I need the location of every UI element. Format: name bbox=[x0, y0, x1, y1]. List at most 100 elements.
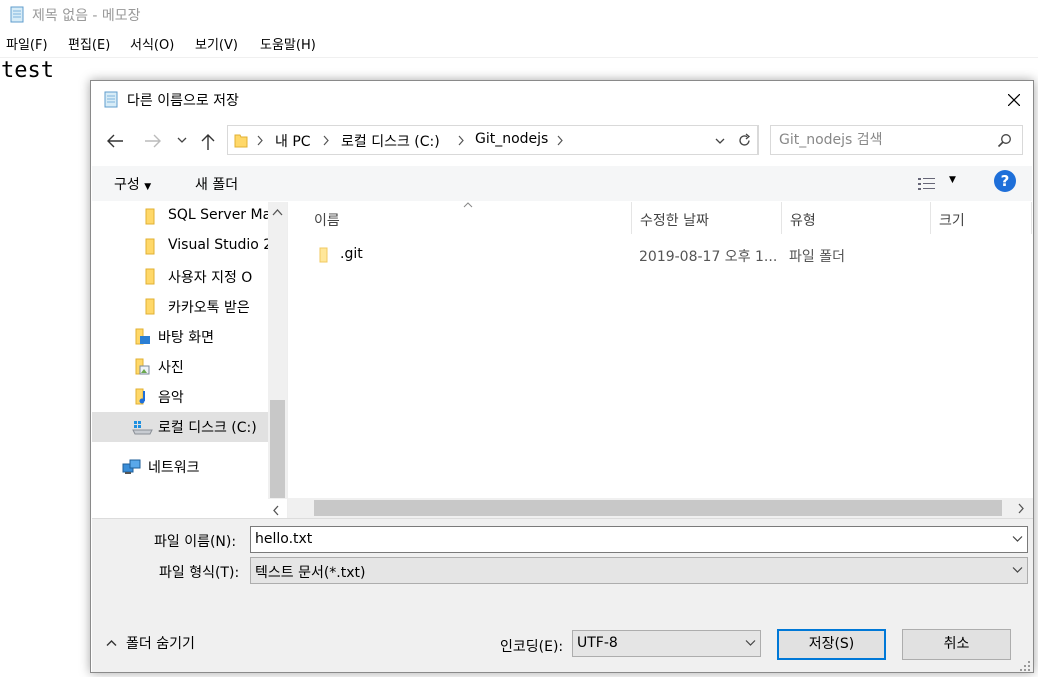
tree-item-label: 사진 bbox=[158, 360, 184, 376]
file-row[interactable]: .git 2019-08-17 오후 1... 파일 폴더 bbox=[288, 241, 1008, 269]
tree-item-desktop[interactable]: 바탕 화면 bbox=[92, 322, 272, 352]
tree-item-label: SQL Server Ma bbox=[168, 207, 272, 223]
breadcrumb-local-disk[interactable]: 로컬 디스크 (C:) bbox=[341, 131, 440, 151]
folder-icon bbox=[145, 268, 155, 285]
column-header-type[interactable]: 유형 bbox=[790, 210, 816, 230]
organize-button[interactable]: 구성 ▼ bbox=[114, 174, 151, 194]
notepad-icon bbox=[104, 91, 118, 108]
search-icon bbox=[997, 134, 1011, 148]
arrow-up-icon bbox=[201, 134, 215, 150]
chevron-down-icon[interactable] bbox=[714, 135, 726, 147]
notepad-title: 제목 없음 - 메모장 bbox=[32, 8, 141, 24]
new-folder-button[interactable]: 새 폴더 bbox=[195, 174, 238, 194]
filename-field[interactable]: hello.txt bbox=[250, 526, 1028, 553]
tree-item[interactable]: Visual Studio 2 bbox=[92, 232, 272, 262]
pictures-icon bbox=[135, 358, 150, 375]
help-icon[interactable]: ? bbox=[994, 170, 1016, 192]
tree-item-label: 카카오톡 받은 bbox=[168, 300, 250, 316]
chevron-down-icon bbox=[745, 640, 756, 646]
tree-item-label: Visual Studio 2 bbox=[168, 237, 272, 253]
refresh-button[interactable] bbox=[731, 125, 759, 155]
scroll-left-icon[interactable] bbox=[272, 505, 280, 516]
arrow-right-icon bbox=[145, 134, 161, 148]
tree-item[interactable]: 카카오톡 받은 bbox=[92, 292, 272, 322]
command-toolbar: 구성 ▼ 새 폴더 ▼ bbox=[92, 165, 1032, 201]
chevron-up-icon bbox=[106, 640, 117, 646]
chevron-down-icon bbox=[1012, 567, 1023, 573]
menu-format[interactable]: 서식(O) bbox=[130, 34, 174, 53]
cancel-button[interactable]: 취소 bbox=[902, 629, 1011, 660]
filename-value: hello.txt bbox=[255, 531, 313, 547]
tree-item-label: 로컬 디스크 (C:) bbox=[158, 420, 257, 436]
file-modified: 2019-08-17 오후 1... bbox=[639, 249, 778, 265]
tree-item-label: 네트워크 bbox=[148, 460, 200, 476]
folder-icon bbox=[234, 134, 248, 148]
tree-item-label: 음악 bbox=[158, 390, 184, 406]
refresh-icon bbox=[739, 133, 751, 146]
menu-view[interactable]: 보기(V) bbox=[195, 34, 238, 53]
tree-item-label: 사용자 지정 O bbox=[168, 270, 253, 286]
close-icon bbox=[1008, 94, 1020, 106]
column-header-modified[interactable]: 수정한 날짜 bbox=[640, 210, 709, 230]
forward-button[interactable] bbox=[141, 130, 165, 152]
search-input[interactable] bbox=[779, 131, 979, 149]
tree-item-label: 바탕 화면 bbox=[158, 330, 214, 346]
encoding-value: UTF-8 bbox=[577, 635, 618, 651]
address-bar[interactable]: 내 PC 로컬 디스크 (C:) Git_nodejs bbox=[227, 125, 758, 155]
notepad-icon bbox=[10, 6, 24, 23]
column-header-size[interactable]: 크기 bbox=[939, 210, 965, 230]
column-divider[interactable] bbox=[631, 202, 632, 234]
scroll-up-icon[interactable] bbox=[272, 208, 283, 216]
encoding-select[interactable]: UTF-8 bbox=[572, 630, 761, 657]
recent-locations-button[interactable] bbox=[173, 130, 189, 152]
column-divider[interactable] bbox=[1031, 202, 1032, 234]
chevron-down-icon[interactable] bbox=[1012, 535, 1023, 543]
up-button[interactable] bbox=[197, 130, 221, 152]
chevron-right-icon bbox=[458, 135, 464, 146]
notepad-title-bar: 제목 없음 - 메모장 bbox=[0, 0, 1038, 30]
close-button[interactable] bbox=[996, 85, 1032, 115]
view-details-icon[interactable] bbox=[918, 177, 936, 191]
encoding-label: 인코딩(E): bbox=[500, 639, 564, 655]
filetype-select[interactable]: 텍스트 문서(*.txt) bbox=[250, 557, 1028, 584]
scrollbar-thumb[interactable] bbox=[314, 500, 1002, 516]
menu-edit[interactable]: 편집(E) bbox=[68, 34, 110, 53]
network-icon bbox=[122, 459, 141, 474]
caret-down-icon: ▼ bbox=[144, 182, 152, 192]
tree-item-local-disk[interactable]: 로컬 디스크 (C:) bbox=[92, 412, 268, 442]
filename-label: 파일 이름(N): bbox=[154, 534, 237, 550]
chevron-right-icon bbox=[257, 135, 263, 146]
save-options-panel: 파일 이름(N): hello.txt 파일 형식(T): 텍스트 문서(*.t… bbox=[92, 518, 1033, 672]
notepad-text-area[interactable]: test bbox=[1, 58, 54, 83]
navigation-scrollbar[interactable] bbox=[268, 202, 287, 499]
tree-item-network[interactable]: 네트워크 bbox=[92, 452, 272, 482]
tree-item-pictures[interactable]: 사진 bbox=[92, 352, 272, 382]
search-box[interactable] bbox=[770, 125, 1023, 155]
desktop-icon bbox=[135, 328, 150, 345]
sort-ascending-icon bbox=[463, 202, 473, 208]
scroll-right-icon[interactable] bbox=[1017, 503, 1025, 514]
tree-item[interactable]: 사용자 지정 O bbox=[92, 262, 272, 292]
menu-help[interactable]: 도움말(H) bbox=[260, 34, 316, 53]
resize-grip-icon[interactable] bbox=[1019, 660, 1031, 672]
file-name: .git bbox=[340, 246, 363, 262]
hide-folders-label: 폴더 숨기기 bbox=[126, 636, 195, 652]
file-list-scrollbar[interactable] bbox=[288, 498, 1033, 518]
chevron-right-icon bbox=[323, 135, 329, 146]
breadcrumb-this-pc[interactable]: 내 PC bbox=[275, 131, 311, 151]
save-button[interactable]: 저장(S) bbox=[777, 629, 886, 660]
breadcrumb-git-nodejs[interactable]: Git_nodejs bbox=[475, 131, 548, 147]
scrollbar-thumb[interactable] bbox=[270, 400, 285, 498]
column-header-name[interactable]: 이름 bbox=[314, 210, 340, 230]
view-options-caret-icon[interactable]: ▼ bbox=[949, 175, 956, 185]
back-button[interactable] bbox=[103, 130, 127, 152]
save-as-dialog: 다른 이름으로 저장 내 PC 로컬 디스크 (C:) Git_nodejs 구… bbox=[90, 80, 1034, 673]
hide-folders-toggle[interactable]: 폴더 숨기기 bbox=[104, 633, 214, 655]
music-icon bbox=[135, 388, 145, 405]
tree-item-music[interactable]: 음악 bbox=[92, 382, 272, 412]
navigation-pane: SQL Server Ma Visual Studio 2 사용자 지정 O 카… bbox=[92, 202, 287, 518]
column-divider[interactable] bbox=[930, 202, 931, 234]
tree-item[interactable]: SQL Server Ma bbox=[92, 202, 272, 232]
column-divider[interactable] bbox=[781, 202, 782, 234]
menu-file[interactable]: 파일(F) bbox=[6, 34, 48, 53]
